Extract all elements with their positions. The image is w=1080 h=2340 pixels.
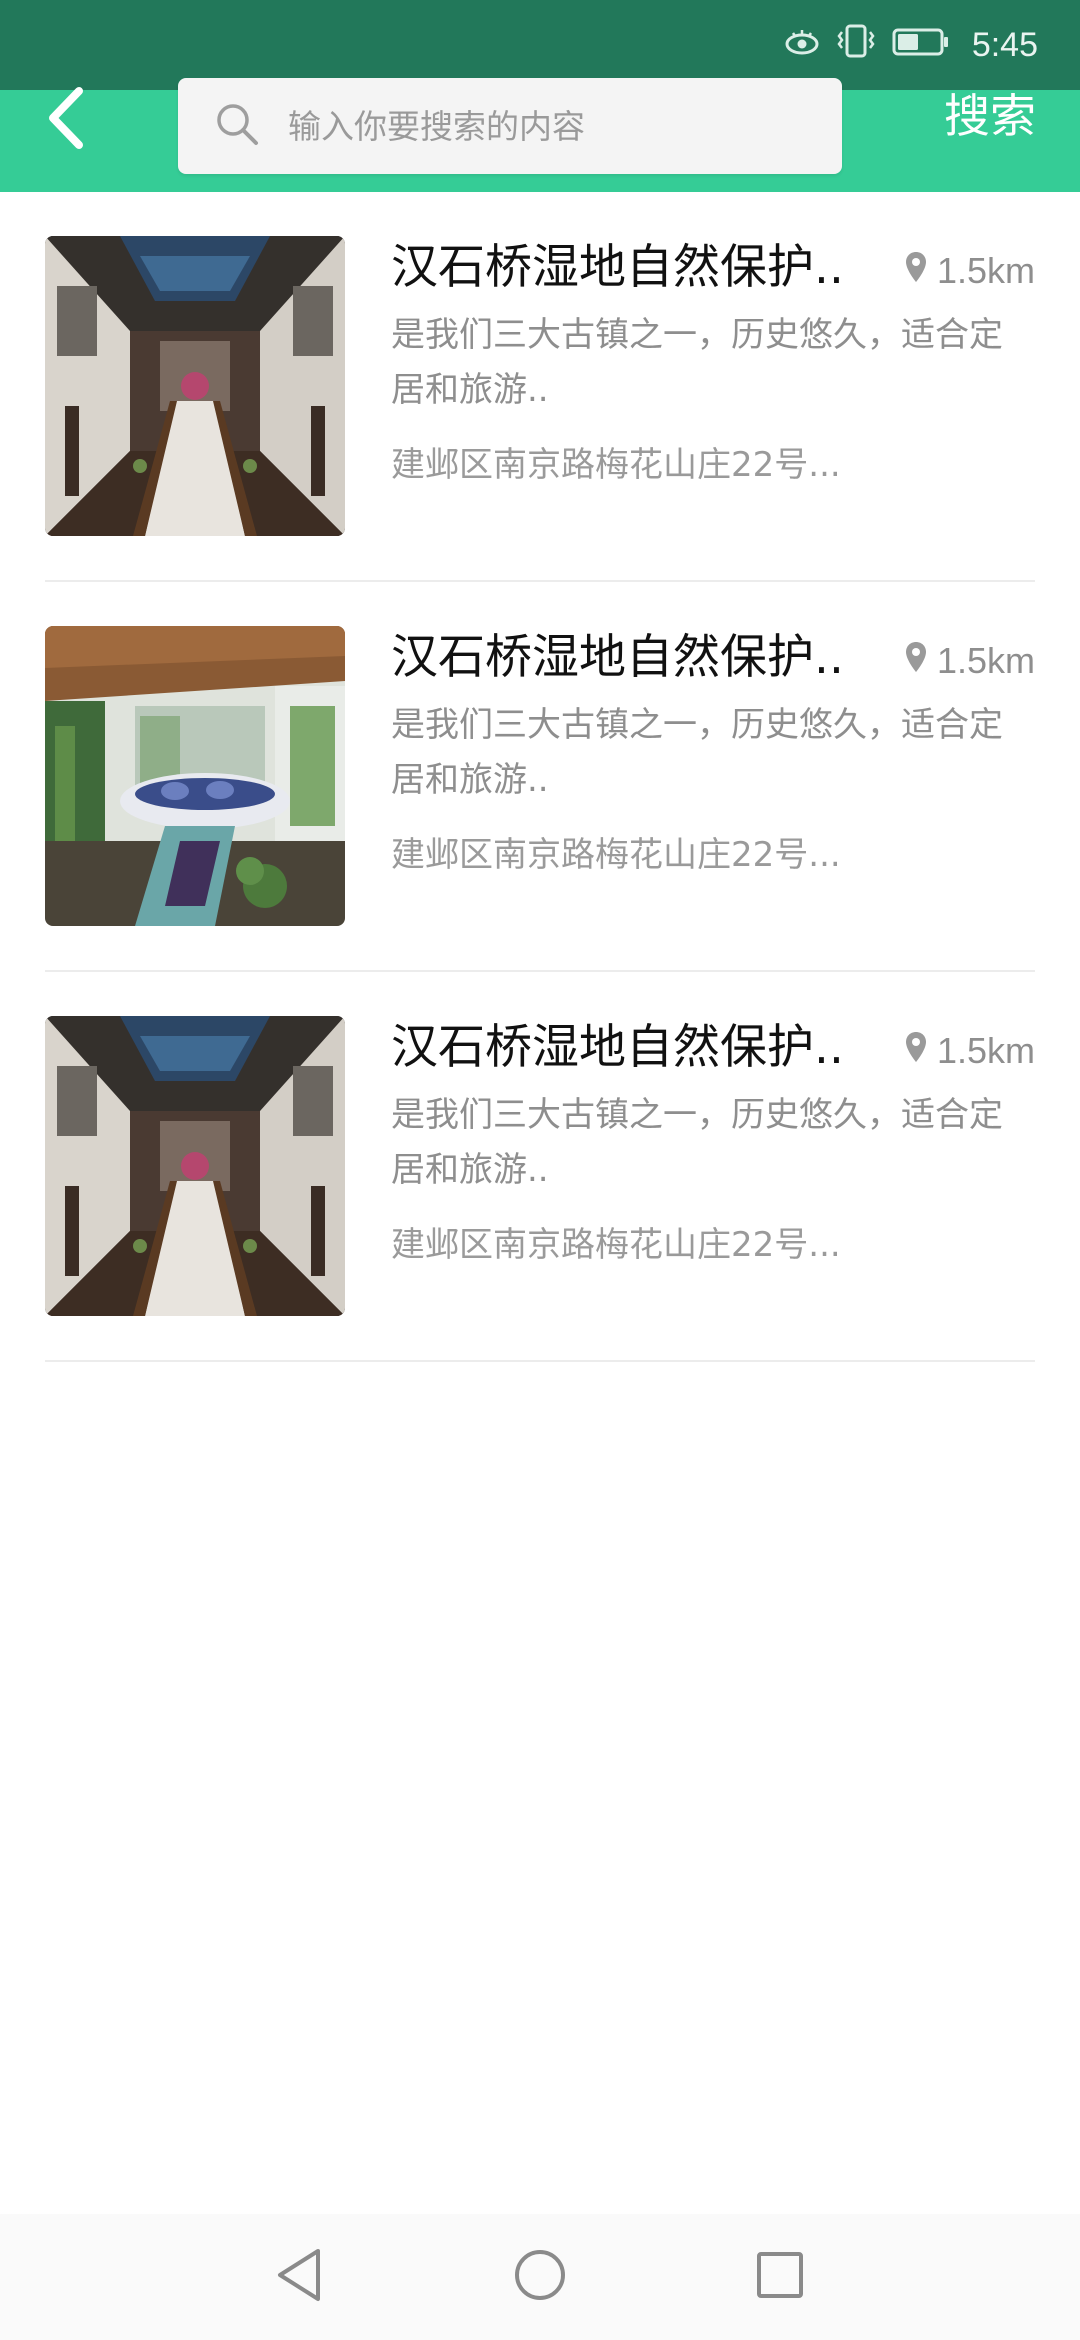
back-triangle-icon [274, 2247, 326, 2307]
nav-back-button[interactable] [260, 2237, 340, 2317]
place-title: 汉石桥湿地自然保护.. [391, 1020, 844, 1075]
place-address: 建邺区南京路梅花山庄22号... [391, 445, 841, 485]
status-icons: 5:45 [784, 22, 1038, 68]
status-bar: 5:45 [0, 0, 1080, 90]
location-pin-icon [905, 1030, 927, 1072]
location-pin-icon [905, 640, 927, 682]
header: 搜索 [0, 78, 1080, 192]
search-box[interactable] [178, 78, 842, 174]
distance: 1.5km [905, 246, 1035, 296]
vibrate-icon [836, 24, 876, 66]
distance-value: 1.5km [936, 1030, 1035, 1071]
distance: 1.5km [905, 1026, 1035, 1076]
chevron-left-icon [45, 87, 89, 153]
place-thumbnail[interactable] [45, 626, 345, 926]
location-pin-icon [905, 250, 927, 292]
recents-square-icon [754, 2249, 806, 2305]
place-description: 是我们三大古镇之一，历史悠久，适合定居和旅游.. [391, 315, 1003, 410]
nav-recents-button[interactable] [740, 2237, 820, 2317]
place-address: 建邺区南京路梅花山庄22号... [391, 1225, 841, 1265]
list-item[interactable]: 汉石桥湿地自然保护.. 1.5km 是我们三大古镇之一，历史悠久，适合定居和旅游… [45, 972, 1035, 1362]
result-list: 汉石桥湿地自然保护.. 1.5km 是我们三大古镇之一，历史悠久，适合定居和旅游… [0, 192, 1080, 1362]
list-item[interactable]: 汉石桥湿地自然保护.. 1.5km 是我们三大古镇之一，历史悠久，适合定居和旅游… [45, 192, 1035, 582]
search-button[interactable]: 搜索 [944, 86, 1036, 146]
home-circle-icon [512, 2247, 568, 2307]
search-icon [214, 101, 260, 151]
place-title: 汉石桥湿地自然保护.. [391, 240, 844, 295]
navigation-bar [0, 2214, 1080, 2340]
eye-comfort-icon [784, 26, 820, 65]
place-address: 建邺区南京路梅花山庄22号... [391, 835, 841, 875]
back-button[interactable] [22, 87, 112, 153]
status-time: 5:45 [971, 25, 1038, 64]
distance: 1.5km [905, 636, 1035, 686]
battery-icon [892, 26, 950, 65]
place-title: 汉石桥湿地自然保护.. [391, 630, 844, 685]
list-item[interactable]: 汉石桥湿地自然保护.. 1.5km 是我们三大古镇之一，历史悠久，适合定居和旅游… [45, 582, 1035, 972]
place-thumbnail[interactable] [45, 236, 345, 536]
search-input[interactable] [288, 106, 808, 146]
distance-value: 1.5km [936, 640, 1035, 681]
nav-home-button[interactable] [500, 2237, 580, 2317]
place-description: 是我们三大古镇之一，历史悠久，适合定居和旅游.. [391, 705, 1003, 800]
distance-value: 1.5km [936, 250, 1035, 291]
place-description: 是我们三大古镇之一，历史悠久，适合定居和旅游.. [391, 1095, 1003, 1190]
place-thumbnail[interactable] [45, 1016, 345, 1316]
